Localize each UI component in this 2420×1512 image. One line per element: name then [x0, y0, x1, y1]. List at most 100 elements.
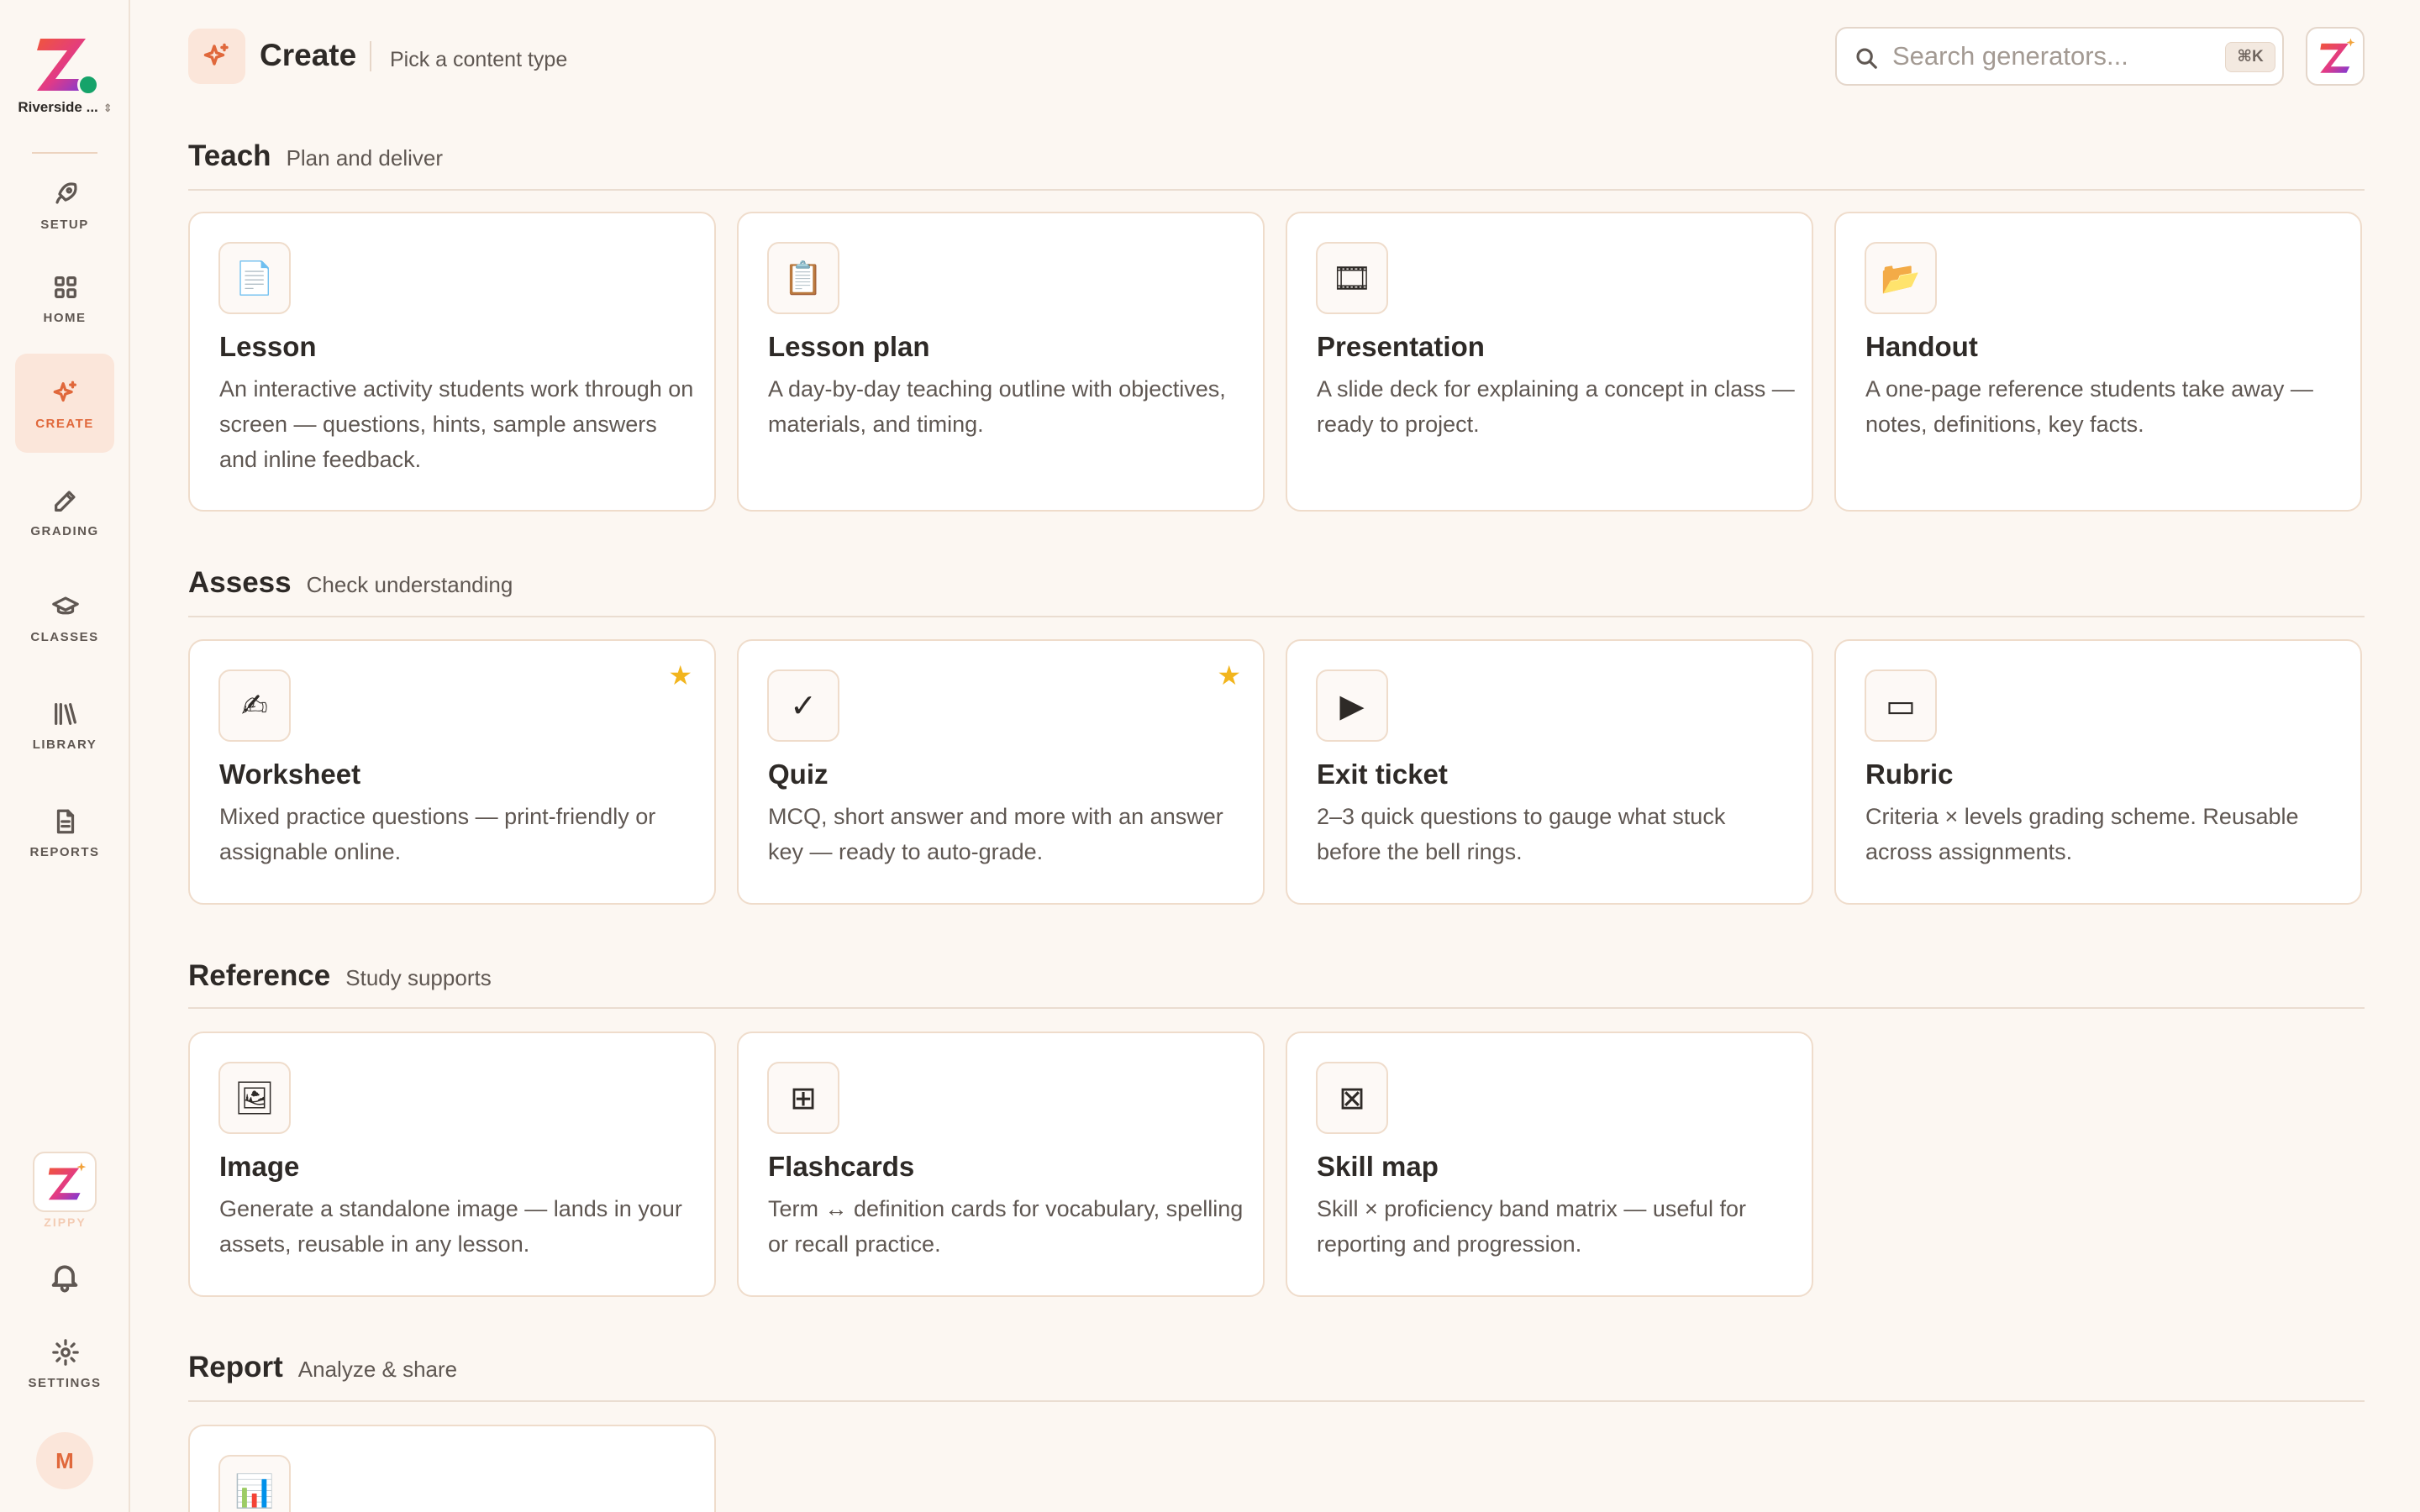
card-description: Mixed practice questions — print-friendl…: [219, 804, 656, 864]
card-title: Flashcards: [768, 1151, 915, 1182]
nav-item-home[interactable]: HOME: [15, 248, 114, 347]
card-description: An interactive activity students work th…: [219, 376, 694, 472]
card-quiz[interactable]: ✓ ★ Quiz MCQ, short answer and more with…: [737, 639, 1265, 905]
section-teach: Teach Plan and deliver: [188, 139, 2365, 173]
nav-label: REPORTS: [29, 845, 100, 859]
create-header-icon: [188, 29, 245, 84]
card-report[interactable]: 📊: [188, 1425, 716, 1512]
document-icon: [56, 809, 75, 834]
gear-icon: [52, 1339, 79, 1366]
card-lesson-plan[interactable]: 📋 Lesson plan A day-by-day teaching outl…: [737, 212, 1265, 512]
workspace-name: Riverside ...: [18, 99, 98, 115]
star-icon[interactable]: ★: [668, 659, 692, 691]
card-description: MCQ, short answer and more with an answe…: [768, 804, 1223, 864]
nav-label: HOME: [43, 311, 87, 325]
card-handout[interactable]: 📂 Handout A one-page reference students …: [1834, 212, 2362, 512]
card-title: Image: [219, 1151, 300, 1182]
card-description: Generate a standalone image — lands in y…: [219, 1196, 682, 1257]
card-description: 2–3 quick questions to gauge what stuck …: [1317, 804, 1726, 864]
card-description: A slide deck for explaining a concept in…: [1317, 376, 1795, 437]
folder-icon: 📂: [1865, 242, 1937, 314]
page-icon: 📄: [218, 242, 291, 314]
play-icon: ▶: [1316, 669, 1388, 742]
nav-label: LIBRARY: [32, 738, 97, 752]
card-title: Rubric: [1865, 759, 1954, 790]
card-worksheet[interactable]: ✍ ★ Worksheet Mixed practice questions —…: [188, 639, 716, 905]
nav-item-setup[interactable]: SETUP: [15, 155, 114, 254]
grid-icon: [55, 276, 76, 298]
card-description: Term ↔ definition cards for vocabulary, …: [768, 1196, 1244, 1257]
search-input[interactable]: [1892, 37, 2203, 76]
card-presentation[interactable]: 🎞 Presentation A slide deck for explaini…: [1286, 212, 1813, 512]
section-reference: Reference Study supports: [188, 959, 2365, 993]
avatar[interactable]: M: [36, 1432, 93, 1489]
nav-item-classes[interactable]: CLASSES: [15, 567, 114, 666]
workspace-switcher[interactable]: Riverside ... ⇕: [0, 99, 130, 116]
nav-label: CREATE: [35, 417, 94, 431]
rocket-icon: [55, 182, 77, 204]
card-description: Criteria × levels grading scheme. Reusab…: [1865, 804, 2299, 864]
card-description: A one-page reference students take away …: [1865, 376, 2313, 437]
rectangle-icon: ▭: [1865, 669, 1937, 742]
nav-item-settings[interactable]: SETTINGS: [15, 1338, 114, 1405]
section-assess: Assess Check understanding: [188, 566, 2365, 600]
picture-icon: 🖼: [218, 1062, 291, 1134]
section-title: Teach: [188, 139, 271, 172]
card-title: Skill map: [1317, 1151, 1439, 1182]
page-title: Create: [260, 38, 357, 72]
card-rubric[interactable]: ▭ Rubric Criteria × levels grading schem…: [1834, 639, 2362, 905]
chevron-updown-icon: ⇕: [103, 101, 113, 114]
star-icon[interactable]: ★: [1217, 659, 1241, 691]
nav-label: SETTINGS: [28, 1376, 102, 1390]
card-title: Exit ticket: [1317, 759, 1448, 790]
section-subtitle: Study supports: [345, 965, 492, 990]
section-divider: [188, 616, 2365, 617]
zippy-button[interactable]: [33, 1152, 97, 1212]
sparkle-icon: [53, 381, 76, 402]
page-header: Create Pick a content type ⌘K: [188, 27, 2365, 86]
section-subtitle: Plan and deliver: [286, 145, 444, 171]
pencil-icon: [55, 491, 76, 512]
section-title: Assess: [188, 566, 292, 599]
card-image[interactable]: 🖼 Image Generate a standalone image — la…: [188, 1032, 716, 1297]
card-title: Worksheet: [219, 759, 361, 790]
nav-item-grading[interactable]: GRADING: [15, 461, 114, 560]
section-title: Report: [188, 1351, 283, 1383]
card-exit-ticket[interactable]: ▶ Exit ticket 2–3 quick questions to gau…: [1286, 639, 1813, 905]
card-lesson[interactable]: 📄 Lesson An interactive activity student…: [188, 212, 716, 512]
zippy-label: ZIPPY: [44, 1215, 87, 1229]
workspace-logo[interactable]: [30, 30, 99, 97]
nav-label: GRADING: [30, 524, 99, 538]
zippy-logo-icon: [48, 1162, 87, 1200]
sidebar-divider: [32, 152, 97, 154]
section-divider: [188, 189, 2365, 191]
check-icon: ✓: [767, 669, 839, 742]
zippy-assistant-button[interactable]: [2306, 27, 2365, 86]
card-title: Lesson: [219, 331, 317, 362]
nav-item-create[interactable]: CREATE: [15, 354, 114, 453]
squared-x-icon: ⊠: [1316, 1062, 1388, 1134]
writing-hand-icon: ✍: [218, 669, 291, 742]
card-flashcards[interactable]: ⊞ Flashcards Term ↔ definition cards for…: [737, 1032, 1265, 1297]
bar-chart-icon: 📊: [218, 1455, 291, 1512]
title-separator: [370, 41, 371, 71]
nav-label: SETUP: [40, 218, 89, 232]
nav-label: CLASSES: [30, 630, 99, 644]
search-box[interactable]: ⌘K: [1835, 27, 2284, 86]
section-divider: [188, 1007, 2365, 1009]
section-subtitle: Analyze & share: [297, 1357, 458, 1382]
nav-item-library[interactable]: LIBRARY: [15, 675, 114, 774]
card-title: Lesson plan: [768, 331, 930, 362]
squared-plus-icon: ⊞: [767, 1062, 839, 1134]
section-subtitle: Check understanding: [306, 572, 513, 597]
card-description: A day-by-day teaching outline with objec…: [768, 376, 1226, 437]
clipboard-icon: 📋: [767, 242, 839, 314]
bell-icon[interactable]: [48, 1260, 82, 1294]
books-icon: [55, 703, 76, 725]
search-icon: [1856, 48, 1877, 69]
card-description: Skill × proficiency band matrix — useful…: [1317, 1196, 1746, 1257]
card-skill-map[interactable]: ⊠ Skill map Skill × proficiency band mat…: [1286, 1032, 1813, 1297]
online-status-dot: [77, 74, 99, 96]
nav-item-reports[interactable]: REPORTS: [15, 782, 114, 881]
sidebar: Riverside ... ⇕ SETUP HOME CREATE GRADING…: [0, 0, 130, 1512]
